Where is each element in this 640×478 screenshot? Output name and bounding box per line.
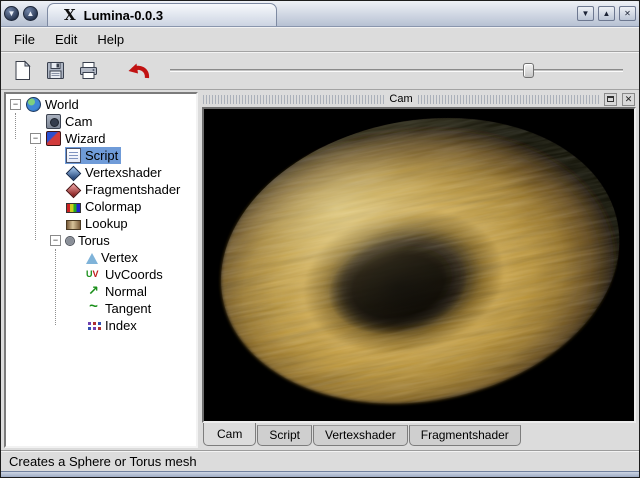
slider-groove [170, 68, 623, 72]
menubar: File Edit Help [1, 27, 639, 52]
print-button[interactable] [73, 56, 103, 86]
tab-fragmentshader[interactable]: Fragmentshader [408, 425, 521, 446]
app-window: ▼ ▲ X Lumina-0.0.3 ▼ ▲ ✕ File Edit Help [0, 0, 640, 478]
tree-item-uvcoords[interactable]: UV UvCoords [6, 266, 196, 283]
tree-item-label: Lookup [85, 216, 128, 231]
tree-item-fragmentshader[interactable]: Fragmentshader [6, 181, 196, 199]
torus-icon [66, 236, 74, 245]
world-icon [26, 97, 41, 112]
tree-item-wizard[interactable]: − Wizard [6, 130, 196, 147]
statusbar: Creates a Sphere or Torus mesh [1, 450, 639, 471]
menu-edit[interactable]: Edit [46, 29, 86, 50]
tree-item-torus[interactable]: − Torus [6, 232, 196, 249]
tree-item-lookup[interactable]: Lookup [6, 215, 196, 232]
new-document-icon [15, 60, 31, 80]
minimize-icon: ▼ [581, 8, 590, 18]
cam-dock: Cam ✕ Cam Script Vertexshader Fragmentsh… [202, 92, 636, 448]
dock-close-icon: ✕ [624, 93, 633, 104]
scene-tree: − World Cam − Wizard Script Vertexshader [4, 92, 198, 448]
normal-icon: ↗ [88, 284, 99, 299]
slider-handle[interactable] [523, 62, 535, 78]
tree-item-index[interactable]: Index [6, 317, 196, 334]
undo-button[interactable] [123, 56, 153, 86]
tree-item-label: Colormap [85, 199, 142, 214]
expander-icon[interactable]: − [30, 133, 41, 144]
menu-file[interactable]: File [5, 29, 44, 50]
menu-help[interactable]: Help [88, 29, 133, 50]
tree-item-label: Torus [78, 233, 110, 248]
close-icon: ✕ [624, 8, 631, 18]
tree-item-label: Wizard [65, 131, 106, 146]
selected-row-highlight: Script [65, 147, 122, 164]
tree-item-world[interactable]: − World [6, 96, 196, 113]
dock-title: Cam [389, 93, 413, 105]
toolbar [1, 52, 639, 90]
tree-item-tangent[interactable]: ~ Tangent [6, 298, 196, 317]
window-title-tab[interactable]: X Lumina-0.0.3 [47, 3, 277, 26]
viewport-tabbar: Cam Script Vertexshader Fragmentshader [202, 423, 636, 448]
tree-item-label: Vertex [101, 250, 138, 265]
tree-item-label: Cam [65, 114, 93, 129]
uvcoords-icon: UV [86, 269, 99, 279]
shade-arrow-icon: ▼ [7, 8, 16, 18]
x11-logo-icon: X [64, 6, 76, 24]
dock-grip-texture [203, 94, 385, 104]
undo-arrow-icon [128, 63, 150, 78]
vertex-icon [86, 253, 98, 264]
tree-item-normal[interactable]: ↗ Normal [6, 283, 196, 300]
new-button[interactable] [7, 56, 37, 86]
tree-item-label: Index [105, 318, 137, 333]
expander-icon[interactable]: − [50, 235, 61, 246]
tree-item-script[interactable]: Script [6, 147, 196, 164]
3d-viewport[interactable] [202, 107, 636, 423]
tree-item-label: Tangent [105, 301, 152, 316]
tab-script[interactable]: Script [257, 425, 313, 446]
maximize-icon: ▲ [602, 8, 611, 18]
fragmentshader-icon [65, 182, 82, 199]
script-icon [66, 148, 81, 163]
unshade-arrow-icon: ▲ [26, 8, 35, 18]
unshade-button[interactable]: ▲ [23, 6, 38, 21]
tree-item-label: Script [85, 148, 119, 163]
save-icon [46, 62, 64, 79]
tree-item-vertexshader[interactable]: Vertexshader [6, 164, 196, 182]
save-button[interactable] [40, 56, 70, 86]
shade-button[interactable]: ▼ [4, 6, 19, 21]
tab-vertexshader[interactable]: Vertexshader [313, 425, 408, 446]
tree-item-label: Normal [105, 284, 147, 299]
dock-grip-texture [417, 94, 600, 104]
vertexshader-icon [65, 165, 82, 182]
dock-close-button[interactable]: ✕ [622, 92, 636, 106]
print-icon [79, 62, 97, 79]
tree-item-colormap[interactable]: Colormap [6, 198, 196, 215]
float-icon [607, 96, 615, 102]
index-icon [86, 318, 101, 333]
tree-item-label: Vertexshader [85, 165, 162, 180]
tangent-icon: ~ [89, 298, 98, 315]
dock-titlebar[interactable]: Cam ✕ [202, 92, 636, 106]
wizard-icon [46, 131, 61, 146]
main-area: − World Cam − Wizard Script Vertexshader [1, 90, 639, 450]
torus-render [204, 109, 634, 421]
timeline-slider[interactable] [170, 62, 623, 80]
tree-item-cam[interactable]: Cam [6, 113, 196, 130]
dock-float-button[interactable] [604, 92, 618, 106]
lookup-icon [66, 220, 81, 230]
camera-icon [46, 114, 61, 129]
expander-icon[interactable]: − [10, 99, 21, 110]
tree-item-label: World [45, 97, 79, 112]
tree-item-label: Fragmentshader [85, 182, 181, 197]
colormap-icon [66, 203, 81, 213]
tree-item-vertex[interactable]: Vertex [6, 249, 196, 266]
window-title: Lumina-0.0.3 [83, 7, 164, 23]
tree-item-label: UvCoords [105, 267, 163, 282]
status-text: Creates a Sphere or Torus mesh [9, 453, 197, 469]
close-button[interactable]: ✕ [619, 6, 636, 21]
toolbar-separator [106, 70, 120, 71]
minimize-button[interactable]: ▼ [577, 6, 594, 21]
window-bottom-frame [1, 471, 639, 477]
maximize-button[interactable]: ▲ [598, 6, 615, 21]
titlebar[interactable]: ▼ ▲ X Lumina-0.0.3 ▼ ▲ ✕ [1, 1, 639, 27]
tab-cam[interactable]: Cam [203, 423, 257, 446]
